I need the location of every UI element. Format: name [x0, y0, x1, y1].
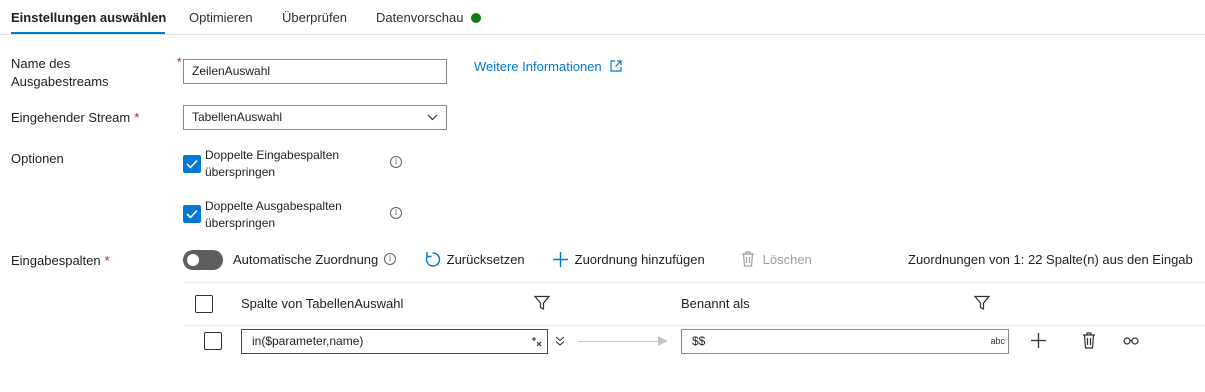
delete-button[interactable]: Löschen	[741, 251, 812, 269]
reset-label: Zurücksetzen	[446, 252, 525, 267]
add-mapping-label: Zuordnung hinzufügen	[574, 252, 705, 267]
string-type-icon: abc	[990, 336, 1005, 346]
required-marker: *	[177, 55, 182, 69]
skip-duplicate-input-checkbox[interactable]	[183, 155, 201, 173]
tab-bar: Einstellungen auswählen Optimieren Überp…	[0, 0, 1205, 35]
col-header-source: Spalte von TabellenAuswahl	[241, 296, 404, 311]
filter-icon[interactable]	[974, 295, 990, 311]
filter-icon[interactable]	[534, 295, 550, 311]
source-expression-value: in($parameter,name)	[252, 334, 364, 348]
checkmark-icon	[186, 159, 198, 169]
delete-label: Löschen	[762, 252, 812, 267]
refresh-icon	[425, 252, 441, 267]
tab-optimize[interactable]: Optimieren	[189, 10, 253, 25]
trash-icon	[742, 251, 754, 267]
chevron-double-down-icon[interactable]	[555, 336, 565, 346]
tab-inspect[interactable]: Überprüfen	[282, 10, 347, 25]
output-stream-label: Name des Ausgabestreams	[11, 56, 109, 89]
preview-glasses-icon[interactable]	[1123, 336, 1139, 345]
status-dot-icon	[471, 13, 482, 23]
more-info-link[interactable]: Weitere Informationen	[474, 59, 622, 74]
source-expression-input[interactable]: in($parameter,name)	[241, 329, 548, 354]
tab-data-preview-label: Datenvorschau	[376, 10, 464, 25]
info-icon[interactable]: i	[384, 253, 396, 265]
reset-button[interactable]: Zurücksetzen	[424, 251, 525, 269]
active-tab-indicator	[11, 32, 165, 34]
toggle-knob	[187, 254, 199, 266]
auto-mapping-label: Automatische Zuordnung	[233, 252, 379, 267]
external-link-icon	[610, 60, 622, 72]
plus-icon	[553, 252, 568, 267]
target-name-value: $$	[692, 334, 706, 348]
expression-builder-icon	[532, 337, 542, 347]
info-icon[interactable]: i	[390, 156, 402, 168]
skip-duplicate-output-checkbox[interactable]	[183, 205, 201, 223]
output-stream-name-input[interactable]: ZeilenAuswahl	[183, 59, 447, 84]
mapping-arrow	[578, 341, 660, 342]
add-mapping-button[interactable]: Zuordnung hinzufügen	[553, 251, 705, 269]
tab-select-settings[interactable]: Einstellungen auswählen	[11, 10, 166, 25]
required-marker: *	[134, 110, 140, 125]
delete-row-trash-icon[interactable]	[1082, 332, 1096, 349]
target-name-input[interactable]: $$ abc	[681, 329, 1009, 354]
skip-duplicate-output-label: Doppelte Ausgabespalten überspringen	[205, 199, 342, 230]
incoming-stream-label-text: Eingehender Stream	[11, 110, 131, 125]
input-columns-label-text: Eingabespalten	[11, 253, 101, 268]
mapping-count-text: Zuordnungen von 1: 22 Spalte(n) aus den …	[908, 252, 1193, 267]
more-info-label: Weitere Informationen	[474, 59, 602, 74]
incoming-stream-dropdown[interactable]: TabellenAuswahl	[183, 105, 447, 130]
select-all-checkbox[interactable]	[195, 295, 213, 313]
row-select-checkbox[interactable]	[204, 332, 222, 350]
input-columns-label: Eingabespalten *	[11, 252, 110, 270]
col-header-target: Benannt als	[681, 296, 750, 311]
chevron-down-icon	[427, 114, 438, 121]
auto-mapping-toggle[interactable]	[183, 250, 223, 270]
arrow-head-icon	[658, 336, 668, 346]
skip-duplicate-input-label: Doppelte Eingabespalten überspringen	[205, 148, 340, 179]
options-label: Optionen	[11, 151, 64, 166]
required-marker: *	[104, 253, 110, 268]
incoming-stream-value: TabellenAuswahl	[192, 110, 283, 124]
info-icon[interactable]: i	[390, 207, 402, 219]
incoming-stream-label: Eingehender Stream *	[11, 109, 139, 127]
checkmark-icon	[186, 209, 198, 219]
add-row-plus-icon[interactable]	[1031, 333, 1046, 348]
tab-data-preview[interactable]: Datenvorschau	[376, 10, 482, 25]
